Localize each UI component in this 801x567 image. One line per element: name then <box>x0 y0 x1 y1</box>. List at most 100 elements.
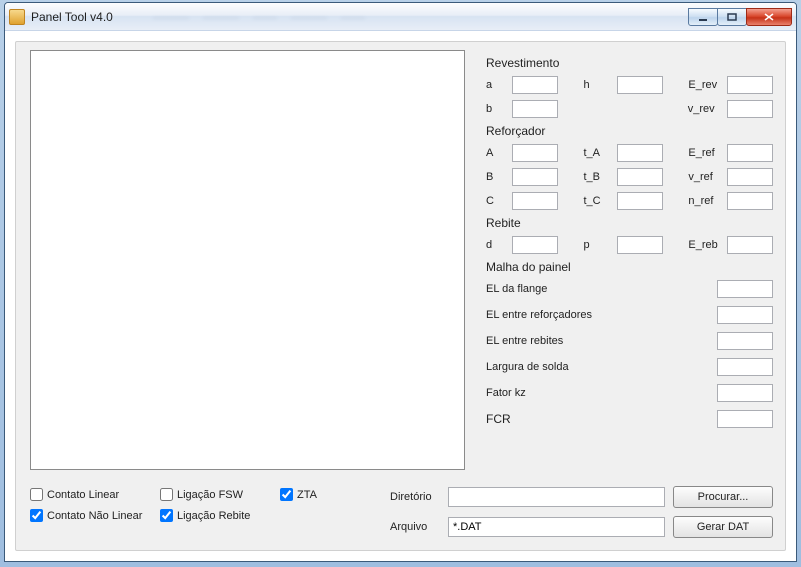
input-n-ref[interactable] <box>727 192 773 210</box>
preview-canvas <box>30 50 465 470</box>
checkbox-contato-nao-linear-label: Contato Não Linear <box>47 510 142 522</box>
row-ref-2: B t_B v_ref <box>486 168 773 186</box>
close-icon <box>764 13 774 21</box>
minimize-icon <box>698 13 708 21</box>
maximize-button[interactable] <box>717 8 747 26</box>
label-B: B <box>486 171 512 183</box>
label-E-reb: E_reb <box>688 239 727 251</box>
label-b: b <box>486 103 512 115</box>
checkbox-group: Contato Linear Ligação FSW ZTA Contato N… <box>30 488 360 522</box>
row-reb-1: d p E_reb <box>486 236 773 254</box>
checkbox-contato-linear-label: Contato Linear <box>47 489 119 501</box>
row-rev-1: a h E_rev <box>486 76 773 94</box>
input-a[interactable] <box>512 76 558 94</box>
label-E-ref: E_ref <box>688 147 727 159</box>
input-tA[interactable] <box>617 144 663 162</box>
label-h: h <box>584 79 617 91</box>
input-d[interactable] <box>512 236 558 254</box>
minimize-button[interactable] <box>688 8 718 26</box>
input-el-rebites[interactable] <box>717 332 773 350</box>
input-v-rev[interactable] <box>727 100 773 118</box>
label-largura-solda: Largura de solda <box>486 361 717 373</box>
input-E-reb[interactable] <box>727 236 773 254</box>
input-fcr[interactable] <box>717 410 773 428</box>
window-controls <box>689 8 792 26</box>
menubar-blurred: ————————————— <box>153 10 689 24</box>
checkbox-ligacao-fsw-label: Ligação FSW <box>177 489 243 501</box>
input-el-reforcadores[interactable] <box>717 306 773 324</box>
app-window: Panel Tool v4.0 ————————————— Revestimen… <box>4 2 797 562</box>
input-b[interactable] <box>512 100 558 118</box>
row-ref-1: A t_A E_ref <box>486 144 773 162</box>
row-diretorio: Diretório Procurar... <box>390 486 773 508</box>
input-A[interactable] <box>512 144 558 162</box>
check-ligacao-rebite[interactable]: Ligação Rebite <box>160 509 280 522</box>
app-icon <box>9 9 25 25</box>
titlebar: Panel Tool v4.0 ————————————— <box>5 3 796 31</box>
label-el-rebites: EL entre rebites <box>486 335 717 347</box>
label-tB: t_B <box>584 171 617 183</box>
gerar-dat-button[interactable]: Gerar DAT <box>673 516 773 538</box>
label-n-ref: n_ref <box>688 195 727 207</box>
row-ref-3: C t_C n_ref <box>486 192 773 210</box>
label-fcr: FCR <box>486 412 717 426</box>
input-tB[interactable] <box>617 168 663 186</box>
label-p: p <box>584 239 617 251</box>
section-malha-title: Malha do painel <box>486 260 773 274</box>
check-contato-linear[interactable]: Contato Linear <box>30 488 160 501</box>
check-ligacao-fsw[interactable]: Ligação FSW <box>160 488 280 501</box>
maximize-icon <box>727 13 737 21</box>
input-h[interactable] <box>617 76 663 94</box>
label-tC: t_C <box>584 195 617 207</box>
checkbox-zta-label: ZTA <box>297 489 317 501</box>
input-fator-kz[interactable] <box>717 384 773 402</box>
check-zta[interactable]: ZTA <box>280 488 360 501</box>
row-fcr: FCR <box>486 410 773 428</box>
row-el-reforcadores: EL entre reforçadores <box>486 306 773 324</box>
row-arquivo: Arquivo Gerar DAT <box>390 516 773 538</box>
input-p[interactable] <box>617 236 663 254</box>
label-diretorio: Diretório <box>390 491 440 503</box>
label-tA: t_A <box>584 147 617 159</box>
checkbox-ligacao-rebite-input[interactable] <box>160 509 173 522</box>
label-fator-kz: Fator kz <box>486 387 717 399</box>
label-arquivo: Arquivo <box>390 521 440 533</box>
window-title: Panel Tool v4.0 <box>31 10 113 24</box>
properties-panel: Revestimento a h E_rev b v_rev <box>486 50 773 436</box>
file-area: Diretório Procurar... Arquivo Gerar DAT <box>390 486 773 546</box>
checkbox-ligacao-rebite-label: Ligação Rebite <box>177 510 250 522</box>
label-A: A <box>486 147 512 159</box>
label-el-reforcadores: EL entre reforçadores <box>486 309 717 321</box>
input-E-rev[interactable] <box>727 76 773 94</box>
input-E-ref[interactable] <box>727 144 773 162</box>
row-el-flange: EL da flange <box>486 280 773 298</box>
close-button[interactable] <box>746 8 792 26</box>
input-el-flange[interactable] <box>717 280 773 298</box>
checkbox-contato-nao-linear-input[interactable] <box>30 509 43 522</box>
section-rebite-title: Rebite <box>486 216 773 230</box>
label-el-flange: EL da flange <box>486 283 717 295</box>
input-arquivo[interactable] <box>448 517 665 537</box>
section-revestimento-title: Revestimento <box>486 56 773 70</box>
checkbox-ligacao-fsw-input[interactable] <box>160 488 173 501</box>
input-diretorio[interactable] <box>448 487 665 507</box>
input-tC[interactable] <box>617 192 663 210</box>
checkbox-zta-input[interactable] <box>280 488 293 501</box>
input-largura-solda[interactable] <box>717 358 773 376</box>
check-contato-nao-linear[interactable]: Contato Não Linear <box>30 509 160 522</box>
section-reforcador-title: Reforçador <box>486 124 773 138</box>
row-rev-2: b v_rev <box>486 100 773 118</box>
row-fator-kz: Fator kz <box>486 384 773 402</box>
row-el-rebites: EL entre rebites <box>486 332 773 350</box>
label-v-ref: v_ref <box>688 171 727 183</box>
input-v-ref[interactable] <box>727 168 773 186</box>
label-C: C <box>486 195 512 207</box>
procurar-button[interactable]: Procurar... <box>673 486 773 508</box>
label-v-rev: v_rev <box>688 103 727 115</box>
input-C[interactable] <box>512 192 558 210</box>
checkbox-contato-linear-input[interactable] <box>30 488 43 501</box>
input-B[interactable] <box>512 168 558 186</box>
label-a: a <box>486 79 512 91</box>
label-E-rev: E_rev <box>688 79 727 91</box>
client-area: Revestimento a h E_rev b v_rev <box>15 41 786 551</box>
